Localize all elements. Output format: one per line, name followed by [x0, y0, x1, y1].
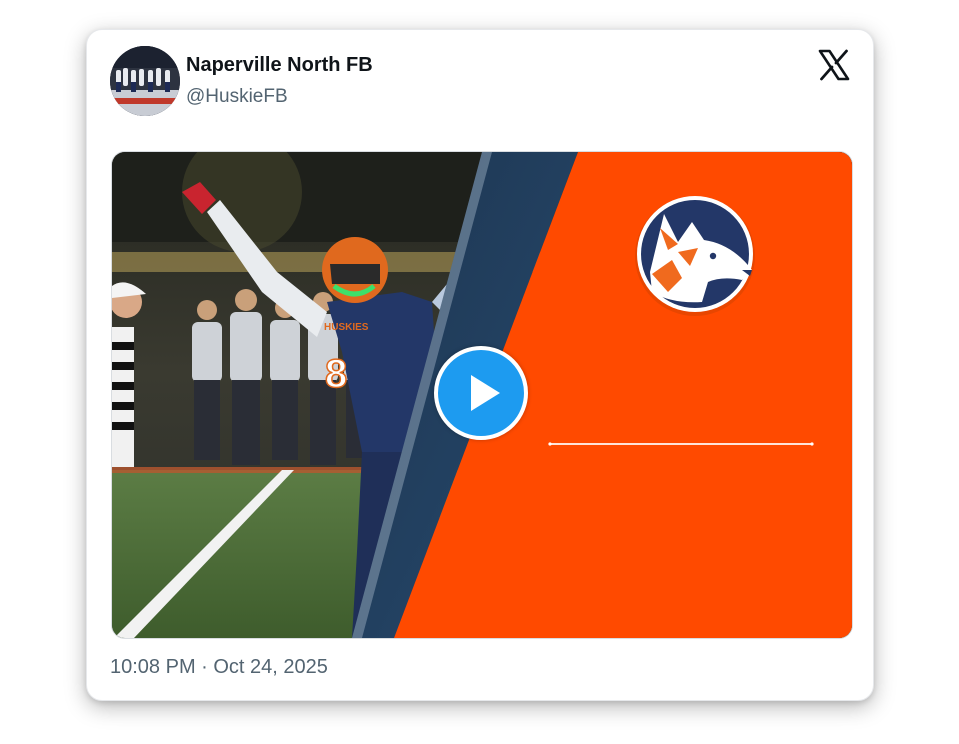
husky-mascot-logo-icon — [635, 196, 755, 316]
tweet-card: Naperville North FB @HuskieFB 8 HUSKIES … — [86, 29, 874, 701]
x-logo-icon[interactable] — [817, 48, 851, 82]
author-name[interactable]: Naperville North FB — [186, 54, 373, 77]
team-photo-avatar-icon — [110, 46, 180, 116]
tweet-timestamp[interactable]: 10:08 PM · Oct 24, 2025 — [110, 656, 328, 679]
video-media[interactable]: 8 HUSKIES — [111, 151, 853, 639]
author-avatar[interactable] — [110, 46, 180, 116]
jersey-text: HUSKIES — [324, 322, 369, 333]
author-handle[interactable]: @HuskieFB — [186, 86, 288, 108]
play-icon — [471, 375, 500, 411]
play-button[interactable] — [434, 346, 528, 440]
jersey-number: 8 — [325, 352, 347, 396]
